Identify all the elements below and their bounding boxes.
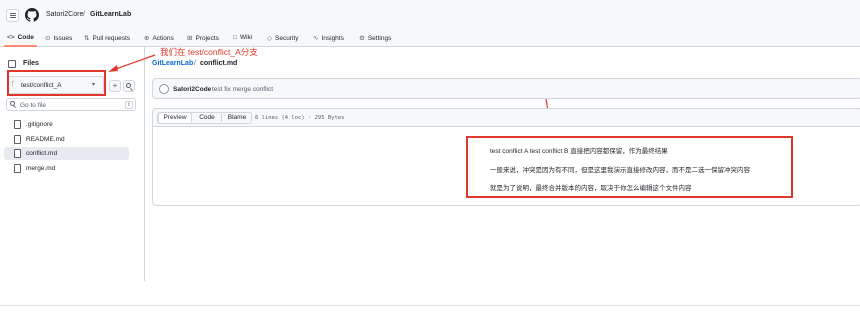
gear-icon: ⚙ xyxy=(359,35,365,42)
tab-label: Settings xyxy=(367,34,392,42)
tab-wiki[interactable]: □ Wiki xyxy=(233,34,252,41)
menu-icon[interactable] xyxy=(6,9,19,22)
commit-message-link[interactable]: test fix merge conflict xyxy=(212,86,273,93)
pull-request-icon: ⇅ xyxy=(84,35,90,42)
app-header: Satori2Core / GitLearnLab xyxy=(0,0,860,31)
view-mode-segmented-control: Preview Code Blame xyxy=(157,112,252,124)
tab-pull-requests[interactable]: ⇅ Pull requests xyxy=(84,34,131,43)
tab-insights[interactable]: ∿ Insights xyxy=(313,34,344,43)
file-name: merge.md xyxy=(26,165,56,172)
tab-label: Code xyxy=(17,34,34,41)
play-icon: ⊕ xyxy=(144,35,150,42)
file-meta-info: 6 lines (4 loc) · 295 Bytes xyxy=(255,115,345,121)
book-icon: □ xyxy=(233,34,237,41)
breadcrumb-file-name: conflict.md xyxy=(200,60,238,67)
tab-code-view[interactable]: Code xyxy=(193,113,221,123)
file-icon xyxy=(14,164,21,173)
tab-label: Security xyxy=(275,34,299,42)
repo-nav-tabs: <> Code ⊙ Issues ⇅ Pull requests ⊕ Actions ⊞… xyxy=(0,31,860,47)
code-icon: <> xyxy=(7,34,15,41)
github-page: { "header": { "owner": "Satori2Core", "s… xyxy=(0,0,860,311)
footer-divider xyxy=(0,305,860,306)
tab-label: Insights xyxy=(321,34,344,42)
tab-projects[interactable]: ⊞ Projects xyxy=(187,34,219,43)
table-icon: ⊞ xyxy=(187,35,193,42)
markdown-paragraph: test conflict A test conflict B 直接把内容都保留… xyxy=(490,148,668,155)
graph-icon: ∿ xyxy=(313,35,319,42)
breadcrumb-separator: / xyxy=(194,60,196,67)
tab-label: Projects xyxy=(195,34,219,42)
file-icon xyxy=(14,149,21,158)
file-tree-item[interactable]: .gitignore xyxy=(4,118,129,131)
repo-name-link[interactable]: GitLearnLab xyxy=(90,11,131,18)
latest-commit-bar: Satori2Code test fix merge conflict xyxy=(152,78,860,99)
tab-label: Pull requests xyxy=(92,34,131,42)
issue-icon: ⊙ xyxy=(45,35,51,42)
file-icon xyxy=(14,120,21,129)
sidebar-collapse-icon[interactable] xyxy=(8,60,16,68)
breadcrumb-repo-link[interactable]: GitLearnLab xyxy=(152,60,193,67)
file-name: README.md xyxy=(26,136,65,143)
commit-author-link[interactable]: Satori2Code xyxy=(173,86,211,93)
keyboard-shortcut-hint: t xyxy=(125,101,133,109)
tab-settings[interactable]: ⚙ Settings xyxy=(359,34,392,43)
repo-owner-link[interactable]: Satori2Core xyxy=(46,11,83,18)
tab-code[interactable]: <> Code xyxy=(7,34,34,41)
file-viewer-header: Preview Code Blame 6 lines (4 loc) · 295… xyxy=(153,109,860,127)
file-name: .gitignore xyxy=(26,121,53,128)
tab-label: Actions xyxy=(152,34,174,42)
file-tree-item[interactable]: README.md xyxy=(4,133,129,146)
tab-blame[interactable]: Blame xyxy=(222,113,252,123)
search-button[interactable] xyxy=(123,80,135,92)
file-tree-sidebar: Files ᚴ test/conflict_A ▾ + t .gitignore xyxy=(0,47,145,281)
go-to-file-field[interactable]: t xyxy=(6,98,136,111)
header-separator: / xyxy=(83,11,85,18)
tab-security[interactable]: ◇ Security xyxy=(267,34,299,43)
shield-icon: ◇ xyxy=(267,35,272,42)
markdown-paragraph: 就是为了说明，最终合并版本的内容，取决于你怎么编辑这个文件内容 xyxy=(490,185,692,192)
tab-issues[interactable]: ⊙ Issues xyxy=(45,34,73,43)
tab-label: Issues xyxy=(53,34,73,42)
sidebar-title: Files xyxy=(23,60,39,67)
tab-actions[interactable]: ⊕ Actions xyxy=(144,34,174,43)
markdown-paragraph: 一般来说，冲突是因为有不同，但是这里我演示直接修改内容，而不是二选一保留冲突内容 xyxy=(490,167,750,174)
avatar[interactable] xyxy=(159,84,169,94)
annotation-text: 我们在 test/conflict_A分支 xyxy=(160,47,258,57)
github-logo-icon[interactable] xyxy=(25,8,39,22)
annotation-highlight-box xyxy=(7,70,106,96)
tab-label: Wiki xyxy=(239,34,253,41)
file-tree-item[interactable]: merge.md xyxy=(4,162,129,175)
file-name: conflict.md xyxy=(26,150,58,157)
add-file-button[interactable]: + xyxy=(109,80,121,92)
file-tree-item-selected[interactable]: conflict.md xyxy=(4,147,129,160)
file-icon xyxy=(14,135,21,144)
go-to-file-input[interactable] xyxy=(20,101,120,109)
tab-preview[interactable]: Preview xyxy=(158,112,192,124)
